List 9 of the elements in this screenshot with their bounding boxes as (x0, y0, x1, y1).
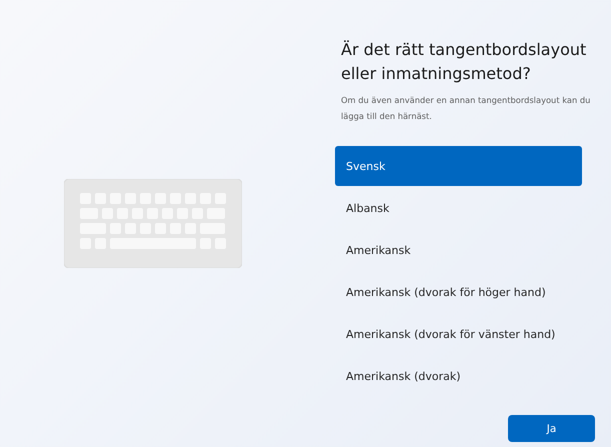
yes-button[interactable]: Ja (508, 415, 595, 442)
layout-option[interactable]: Amerikansk (dvorak) (335, 356, 582, 396)
subtitle: Om du även använder en annan tangentbordslayout kan du lägga till den härnäst. (340, 94, 592, 123)
page-title: Är det rätt tangentbordslayout eller inmatningsmetod? (340, 39, 588, 85)
layout-option[interactable]: Amerikansk (dvorak för vänster hand) (335, 314, 582, 354)
layout-option[interactable]: Svensk (335, 146, 582, 186)
layout-option[interactable]: Amerikansk (dvorak för höger hand) (335, 272, 582, 312)
layout-option[interactable]: Amerikansk (335, 230, 582, 270)
layout-option[interactable]: Albansk (335, 188, 582, 228)
